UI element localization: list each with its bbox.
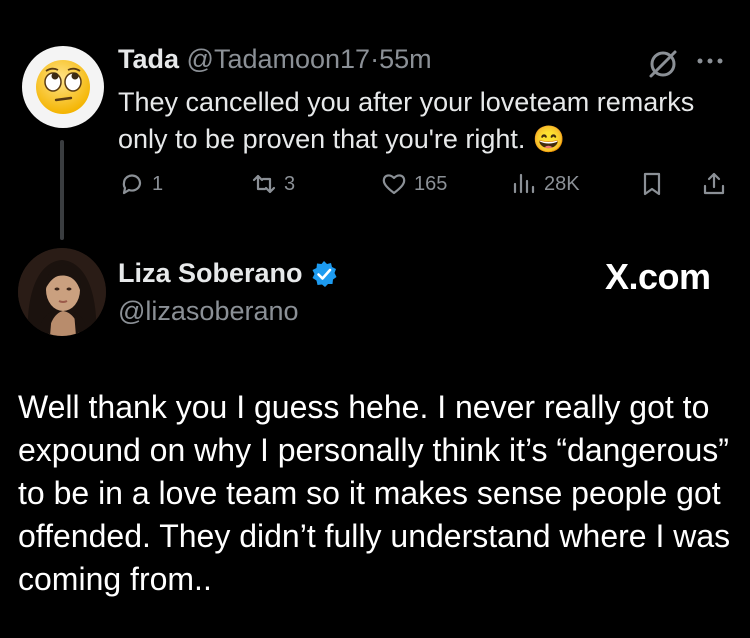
author-name[interactable]: Tada: [118, 44, 179, 74]
reply-tweet-header: Tada @Tadamoon17·55m: [118, 44, 432, 75]
share-button[interactable]: [700, 170, 728, 198]
bookmark-button[interactable]: [638, 170, 666, 198]
reply-icon: [122, 174, 142, 195]
reply-tweet-text: They cancelled you after your loveteam r…: [118, 84, 718, 158]
x-com-watermark: X.com: [605, 256, 711, 297]
repost-count: 3: [284, 172, 296, 195]
timestamp[interactable]: 55m: [379, 44, 432, 74]
view-count: 28K: [544, 172, 580, 195]
like-count: 165: [414, 172, 448, 195]
grinning-emoji: 😄: [532, 124, 566, 154]
main-author-row: Liza Soberano: [118, 258, 339, 289]
author-handle[interactable]: @lizasoberano: [118, 296, 299, 327]
reply-count: 1: [152, 172, 164, 195]
rolling-eyes-emoji-icon: [36, 60, 90, 114]
thread-connector-line: [60, 140, 64, 240]
reply-tweet-body: They cancelled you after your loveteam r…: [118, 87, 695, 154]
profile-avatar[interactable]: [18, 248, 106, 336]
verified-badge-icon[interactable]: [309, 259, 339, 289]
separator-dot: ·: [370, 44, 380, 74]
heart-icon: [382, 174, 406, 195]
views-button[interactable]: 28K: [510, 170, 580, 198]
author-handle[interactable]: @Tadamoon17: [187, 44, 371, 74]
views-chart-icon: [513, 173, 535, 194]
more-options-icon[interactable]: [690, 46, 730, 76]
reply-button[interactable]: 1: [118, 170, 163, 198]
main-tweet-text: Well thank you I guess hehe. I never rea…: [18, 389, 731, 597]
author-name[interactable]: Liza Soberano: [118, 258, 303, 289]
tweet-action-bar: 1 3 165 28K: [118, 170, 738, 202]
profile-photo: [18, 248, 106, 336]
repost-icon: [252, 174, 276, 194]
share-icon: [703, 172, 725, 195]
bookmark-icon: [643, 172, 661, 196]
repost-button[interactable]: 3: [250, 170, 295, 198]
avatar[interactable]: [22, 46, 104, 128]
grok-icon[interactable]: [645, 46, 681, 82]
like-button[interactable]: 165: [380, 170, 447, 198]
